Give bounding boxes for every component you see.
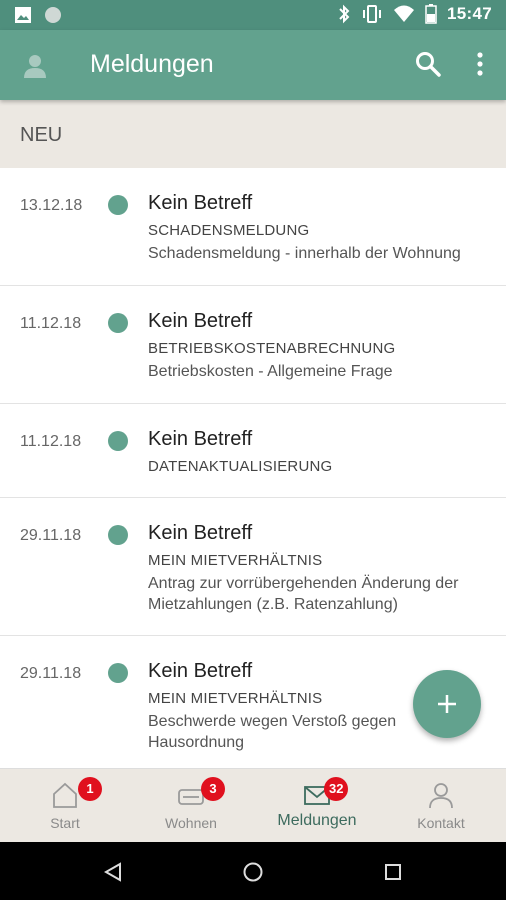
image-icon: [15, 7, 31, 23]
section-header: NEU: [0, 100, 506, 168]
message-date: 11.12.18: [20, 315, 82, 332]
unread-dot-icon: [108, 313, 128, 333]
system-navigation-bar: [0, 842, 506, 900]
badge-start: 1: [78, 777, 102, 801]
message-category: DATENAKTUALISIERUNG: [148, 458, 333, 475]
app-bar: Meldungen: [0, 30, 506, 100]
profile-icon[interactable]: [20, 51, 50, 81]
nav-label-kontakt: Kontakt: [417, 815, 465, 831]
bluetooth-icon: [339, 4, 350, 24]
plus-icon: [438, 695, 456, 713]
status-bar: 15:47: [0, 0, 506, 30]
unread-dot-icon: [108, 195, 128, 215]
message-row[interactable]: 11.12.18 Kein Betreff DATENAKTUALISIERUN…: [0, 404, 506, 498]
message-date: 29.11.18: [20, 527, 82, 544]
message-date: 11.12.18: [20, 433, 82, 450]
message-row[interactable]: 13.12.18 Kein Betreff SCHADENSMELDUNG Sc…: [0, 168, 506, 286]
new-message-button[interactable]: [413, 670, 481, 738]
page-title: Meldungen: [90, 50, 214, 78]
section-label: NEU: [20, 124, 63, 146]
person-icon: [429, 783, 453, 809]
message-date: 13.12.18: [20, 197, 83, 214]
message-description: Antrag zur vorrübergehenden Änderung der…: [148, 575, 459, 613]
message-subject: Kein Betreff: [148, 310, 253, 332]
message-row[interactable]: 29.11.18 Kein Betreff MEIN MIETVERHÄLTNI…: [0, 498, 506, 636]
badge-meldungen: 32: [324, 777, 349, 801]
message-category: SCHADENSMELDUNG: [148, 222, 310, 239]
message-subject: Kein Betreff: [148, 522, 253, 544]
unread-dot-icon: [108, 525, 128, 545]
message-category: BETRIEBSKOSTENABRECHNUNG: [148, 340, 396, 357]
message-date: 29.11.18: [20, 665, 82, 682]
badge-wohnen: 3: [201, 777, 225, 801]
home-icon: [53, 782, 77, 808]
nav-label-start: Start: [50, 815, 80, 831]
message-description: Beschwerde wegen Verstoß gegen Hausordnu…: [148, 713, 397, 751]
vibrate-icon: [363, 5, 382, 23]
message-subject: Kein Betreff: [148, 428, 253, 450]
nav-item-meldungen[interactable]: 32 Meldungen: [254, 769, 380, 843]
message-row[interactable]: 11.12.18 Kein Betreff BETRIEBSKOSTENABRE…: [0, 286, 506, 404]
more-vert-icon[interactable]: [468, 50, 492, 80]
wifi-icon: [394, 5, 415, 22]
message-description: Schadensmeldung - innerhalb der Wohnung: [148, 245, 461, 262]
message-description: Betriebskosten - Allgemeine Frage: [148, 363, 393, 380]
message-category: MEIN MIETVERHÄLTNIS: [148, 690, 323, 707]
unread-dot-icon: [108, 431, 128, 451]
search-icon[interactable]: [414, 50, 442, 78]
message-subject: Kein Betreff: [148, 192, 253, 214]
nav-item-kontakt[interactable]: Kontakt: [378, 769, 504, 843]
message-subject: Kein Betreff: [148, 660, 253, 682]
status-time: 15:47: [447, 4, 492, 23]
recents-icon[interactable]: [382, 861, 404, 883]
nav-item-wohnen[interactable]: 3 Wohnen: [128, 769, 254, 843]
back-icon[interactable]: [102, 861, 124, 883]
home-circle-icon[interactable]: [242, 861, 264, 883]
nav-label-wohnen: Wohnen: [165, 815, 217, 831]
bottom-navigation: 1 Start 3 Wohnen 32 Meldungen Kontakt: [0, 768, 506, 842]
circle-notification-icon: [45, 7, 61, 23]
message-category: MEIN MIETVERHÄLTNIS: [148, 552, 323, 569]
unread-dot-icon: [108, 663, 128, 683]
battery-icon: [425, 4, 437, 24]
nav-label-meldungen: Meldungen: [277, 812, 357, 829]
nav-item-start[interactable]: 1 Start: [2, 769, 128, 843]
